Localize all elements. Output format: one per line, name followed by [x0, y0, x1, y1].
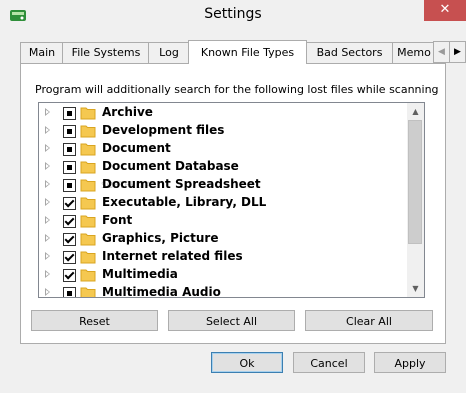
tree-row-label: Archive: [102, 105, 153, 119]
ok-button[interactable]: Ok: [211, 352, 283, 373]
tab-strip: Main File Systems Log Known File Types B…: [20, 40, 466, 64]
folder-icon: [80, 269, 96, 282]
tree-row-label: Multimedia Audio: [102, 285, 221, 298]
expand-arrow-icon[interactable]: [45, 198, 50, 206]
expand-arrow-icon[interactable]: [45, 144, 50, 152]
tab-bad-sectors[interactable]: Bad Sectors: [305, 42, 394, 63]
folder-icon: [80, 125, 96, 138]
tab-file-systems[interactable]: File Systems: [62, 42, 150, 63]
tree-row-font[interactable]: Font: [39, 212, 407, 230]
known-file-types-panel: Program will additionally search for the…: [20, 63, 446, 344]
checkbox-document-spreadsheet[interactable]: [63, 179, 76, 192]
tree-row-multimedia-audio[interactable]: Multimedia Audio: [39, 284, 407, 298]
tab-memo[interactable]: Memo: [392, 42, 436, 63]
expand-arrow-icon[interactable]: [45, 108, 50, 116]
expand-arrow-icon[interactable]: [45, 252, 50, 260]
reset-button[interactable]: Reset: [31, 310, 158, 331]
folder-icon: [80, 197, 96, 210]
tree-row-document-database[interactable]: Document Database: [39, 158, 407, 176]
tab-scroll-left-icon[interactable]: ◀: [433, 41, 450, 63]
checkbox-multimedia[interactable]: [63, 269, 76, 282]
expand-arrow-icon[interactable]: [45, 126, 50, 134]
apply-button[interactable]: Apply: [374, 352, 446, 373]
expand-arrow-icon[interactable]: [45, 180, 50, 188]
folder-icon: [80, 143, 96, 156]
expand-arrow-icon[interactable]: [45, 234, 50, 242]
tree-row-label: Document Spreadsheet: [102, 177, 261, 191]
checkbox-font[interactable]: [63, 215, 76, 228]
tree-row-graphics-picture[interactable]: Graphics, Picture: [39, 230, 407, 248]
folder-icon: [80, 233, 96, 246]
tree-row-development-files[interactable]: Development files: [39, 122, 407, 140]
tree-row-archive[interactable]: Archive: [39, 104, 407, 122]
folder-icon: [80, 287, 96, 297]
scroll-thumb[interactable]: [408, 120, 422, 244]
checkbox-document[interactable]: [63, 143, 76, 156]
tree-row-label: Font: [102, 213, 133, 227]
expand-arrow-icon[interactable]: [45, 270, 50, 278]
folder-icon: [80, 179, 96, 192]
tree-row-executable-library-dll[interactable]: Executable, Library, DLL: [39, 194, 407, 212]
tab-scroll-arrows: ◀ ▶: [433, 41, 466, 63]
tree-row-label: Executable, Library, DLL: [102, 195, 267, 209]
tree-row-document[interactable]: Document: [39, 140, 407, 158]
select-all-button[interactable]: Select All: [168, 310, 295, 331]
checkbox-development-files[interactable]: [63, 125, 76, 138]
expand-arrow-icon[interactable]: [45, 288, 50, 296]
file-types-tree[interactable]: SOFTPEDIA Archive Development files Docu…: [38, 102, 425, 298]
cancel-button[interactable]: Cancel: [293, 352, 365, 373]
tree-row-label: Multimedia: [102, 267, 178, 281]
checkbox-multimedia-audio[interactable]: [63, 287, 76, 297]
tab-scroll-right-icon[interactable]: ▶: [449, 41, 466, 63]
clear-all-button[interactable]: Clear All: [305, 310, 433, 331]
scroll-down-icon[interactable]: ▼: [407, 280, 424, 297]
checkbox-archive[interactable]: [63, 107, 76, 120]
tab-known-file-types[interactable]: Known File Types: [188, 40, 307, 64]
tab-log[interactable]: Log: [148, 42, 190, 63]
folder-icon: [80, 215, 96, 228]
tree-row-label: Development files: [102, 123, 225, 137]
checkbox-executable-library-dll[interactable]: [63, 197, 76, 210]
tab-main[interactable]: Main: [20, 42, 64, 63]
expand-arrow-icon[interactable]: [45, 162, 50, 170]
tree-row-multimedia[interactable]: Multimedia: [39, 266, 407, 284]
checkbox-graphics-picture[interactable]: [63, 233, 76, 246]
folder-icon: [80, 161, 96, 174]
window-title: Settings: [204, 6, 262, 22]
expand-arrow-icon[interactable]: [45, 216, 50, 224]
checkbox-internet-related-files[interactable]: [63, 251, 76, 264]
folder-icon: [80, 107, 96, 120]
tree-row-label: Graphics, Picture: [102, 231, 219, 245]
panel-description: Program will additionally search for the…: [35, 83, 439, 96]
folder-icon: [80, 251, 96, 264]
tree-row-label: Document: [102, 141, 171, 155]
title-bar: Settings ✕: [0, 0, 466, 31]
tree-row-label: Document Database: [102, 159, 239, 173]
close-button[interactable]: ✕: [424, 0, 466, 21]
checkbox-document-database[interactable]: [63, 161, 76, 174]
scroll-up-icon[interactable]: ▲: [407, 103, 424, 120]
tree-row-document-spreadsheet[interactable]: Document Spreadsheet: [39, 176, 407, 194]
tree-row-label: Internet related files: [102, 249, 243, 263]
tree-row-internet-related-files[interactable]: Internet related files: [39, 248, 407, 266]
vertical-scrollbar[interactable]: ▲ ▼: [407, 103, 424, 297]
